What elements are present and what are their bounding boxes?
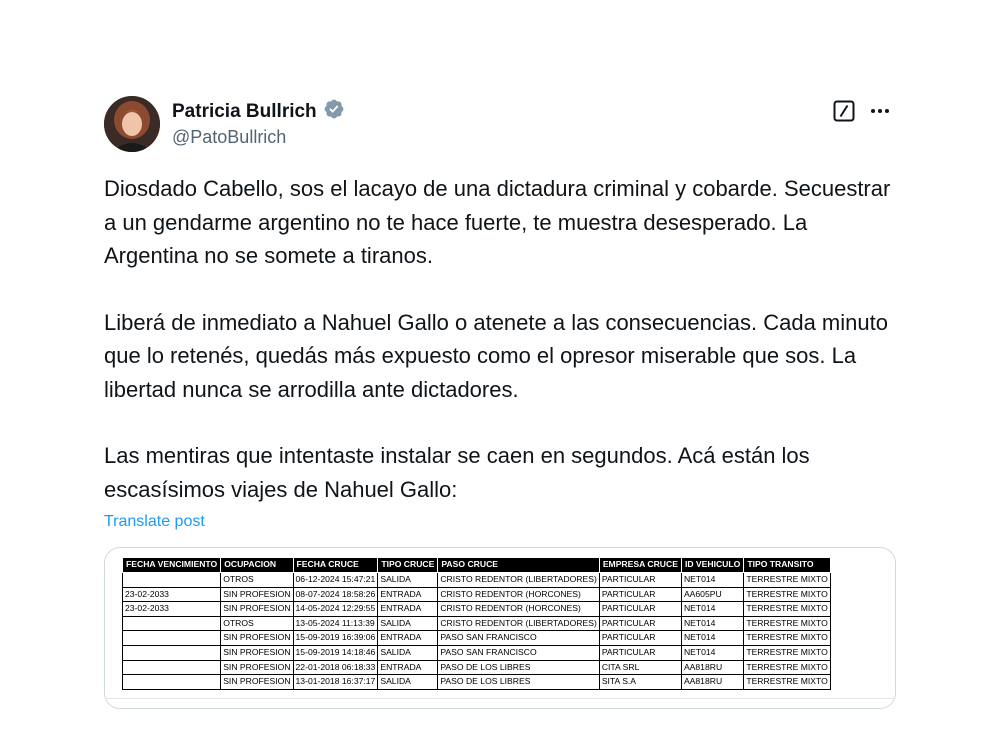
table-cell: AA605PU: [680, 586, 745, 603]
table-cell: 08-07-2024 18:58:26: [292, 586, 379, 603]
table-cell: PARTICULAR: [598, 630, 682, 646]
table-cell: SALIDA: [377, 674, 439, 690]
table-header-row: FECHA VENCIMIENTO OCUPACION FECHA CRUCE …: [121, 557, 831, 573]
table-cell: 22-01-2018 06:18:33: [292, 659, 379, 676]
table-cell: SALIDA: [377, 644, 439, 661]
table-cell: PARTICULAR: [598, 615, 682, 632]
table-header-cell: OCUPACION: [220, 557, 294, 573]
table-header-cell: TIPO TRANSITO: [743, 557, 831, 573]
table-cell: TERRESTRE MIXTO: [743, 644, 831, 661]
table-cell: ENTRADA: [377, 630, 439, 646]
table-header-cell: FECHA CRUCE: [292, 557, 379, 573]
table-cell: AA818RU: [680, 659, 745, 676]
table-cell: PARTICULAR: [598, 586, 682, 603]
table-cell: NET014: [680, 572, 745, 588]
post-text: Diosdado Cabello, sos el lacayo de una d…: [104, 172, 894, 506]
table-cell: TERRESTRE MIXTO: [743, 586, 831, 603]
translate-post-link[interactable]: Translate post: [104, 513, 205, 531]
table-cell: TERRESTRE MIXTO: [743, 615, 831, 632]
table-cell: 15-09-2019 16:39:06: [292, 630, 379, 646]
post-media-image[interactable]: FECHA VENCIMIENTO OCUPACION FECHA CRUCE …: [104, 547, 896, 709]
table-cell: AA818RU: [680, 674, 745, 690]
table-row: SIN PROFESION 22-01-2018 06:18:33 ENTRADA P…: [121, 659, 831, 676]
media-bottom-strip: [105, 698, 895, 708]
table-row: OTROS 06-12-2024 15:47:21 SALIDA CRISTO RED…: [121, 572, 831, 588]
table-cell: CRISTO REDENTOR (HORCONES): [437, 601, 600, 617]
table-cell: TERRESTRE MIXTO: [743, 674, 831, 690]
table-cell: PASO SAN FRANCISCO: [437, 630, 600, 646]
table-cell: SIN PROFESION: [220, 586, 294, 603]
table-cell: CITA SRL: [598, 659, 682, 676]
table-cell: PASO SAN FRANCISCO: [437, 644, 600, 661]
table-cell: PARTICULAR: [598, 572, 682, 588]
table-cell: NET014: [680, 615, 745, 632]
table-cell: TERRESTRE MIXTO: [743, 630, 831, 646]
table-cell: SIN PROFESION: [220, 659, 294, 676]
table-cell: 14-05-2024 12:29:55: [292, 601, 379, 617]
table-row: SIN PROFESION 15-09-2019 16:39:06 ENTRADA P…: [121, 630, 831, 646]
table-header-cell: FECHA VENCIMIENTO: [121, 557, 222, 573]
table-cell: 13-01-2018 16:37:17: [292, 674, 379, 690]
table-cell: SALIDA: [377, 572, 439, 588]
table-row: 23-02-2033 SIN PROFESION 14-05-2024 12:29:…: [121, 601, 831, 617]
post-paragraph: Liberá de inmediato a Nahuel Gallo o ate…: [104, 309, 888, 402]
table-cell: CRISTO REDENTOR (LIBERTADORES): [437, 615, 600, 632]
table-cell: [121, 644, 222, 661]
table-cell: CRISTO REDENTOR (HORCONES): [437, 586, 600, 603]
table-row: OTROS 13-05-2024 11:13:39 SALIDA CRISTO RED…: [121, 615, 831, 632]
table-cell: 23-02-2033: [121, 601, 222, 617]
table-cell: ENTRADA: [377, 659, 439, 676]
table-cell: [121, 615, 222, 632]
table-cell: [121, 630, 222, 646]
table-cell: SALIDA: [377, 615, 439, 632]
table-row: SIN PROFESION 13-01-2018 16:37:17 SALIDA PA…: [121, 674, 831, 690]
table-cell: [121, 674, 222, 690]
table-cell: 06-12-2024 15:47:21: [292, 572, 379, 588]
table-cell: 13-05-2024 11:13:39: [292, 615, 379, 632]
table-cell: TERRESTRE MIXTO: [743, 659, 831, 676]
post-paragraph: Diosdado Cabello, sos el lacayo de una d…: [104, 176, 891, 268]
table-cell: PARTICULAR: [598, 644, 682, 661]
table-cell: TERRESTRE MIXTO: [743, 572, 831, 588]
table-row: 23-02-2033 SIN PROFESION 08-07-2024 18:58:…: [121, 586, 831, 603]
table-cell: 15-09-2019 14:18:46: [292, 644, 379, 661]
author-handle[interactable]: @PatoBullrich: [172, 127, 286, 148]
author-display-name[interactable]: Patricia Bullrich: [172, 101, 317, 123]
verified-badge-icon[interactable]: [323, 98, 345, 125]
table-cell: ENTRADA: [377, 586, 439, 603]
table-cell: 23-02-2033: [121, 586, 222, 603]
table-cell: CRISTO REDENTOR (LIBERTADORES): [437, 572, 600, 588]
avatar-image: [104, 96, 160, 152]
table-cell: PASO DE LOS LIBRES: [437, 674, 600, 690]
table-cell: SIN PROFESION: [220, 644, 294, 661]
table-cell: [121, 572, 222, 588]
table-cell: SIN PROFESION: [220, 674, 294, 690]
author-name-row: Patricia Bullrich: [172, 98, 345, 125]
table-cell: [121, 659, 222, 676]
table-cell: SITA S.A: [598, 674, 682, 690]
table-header-cell: TIPO CRUCE: [377, 557, 439, 573]
table-cell: OTROS: [220, 615, 294, 632]
table-header-cell: EMPRESA CRUCE: [598, 557, 682, 573]
table-header-cell: ID VEHICULO: [680, 557, 745, 573]
post-paragraph: Las mentiras que intentaste instalar se …: [104, 443, 810, 502]
grok-icon[interactable]: [832, 99, 856, 123]
table-cell: TERRESTRE MIXTO: [743, 601, 831, 617]
table-cell: ENTRADA: [377, 601, 439, 617]
table-cell: NET014: [680, 630, 745, 646]
post: Patricia Bullrich @PatoBullrich Diosdado…: [0, 0, 992, 744]
avatar[interactable]: [104, 96, 160, 152]
table-cell: NET014: [680, 644, 745, 661]
table-cell: PARTICULAR: [598, 601, 682, 617]
table-cell: OTROS: [220, 572, 294, 588]
more-dots-icon[interactable]: [868, 99, 892, 123]
table-header-cell: PASO CRUCE: [437, 557, 600, 573]
table-cell: NET014: [680, 601, 745, 617]
table-row: SIN PROFESION 15-09-2019 14:18:46 SALIDA PA…: [121, 644, 831, 661]
table-cell: PASO DE LOS LIBRES: [437, 659, 600, 676]
table-cell: SIN PROFESION: [220, 601, 294, 617]
table-cell: SIN PROFESION: [220, 630, 294, 646]
border-crossings-table: FECHA VENCIMIENTO OCUPACION FECHA CRUCE …: [121, 557, 831, 690]
